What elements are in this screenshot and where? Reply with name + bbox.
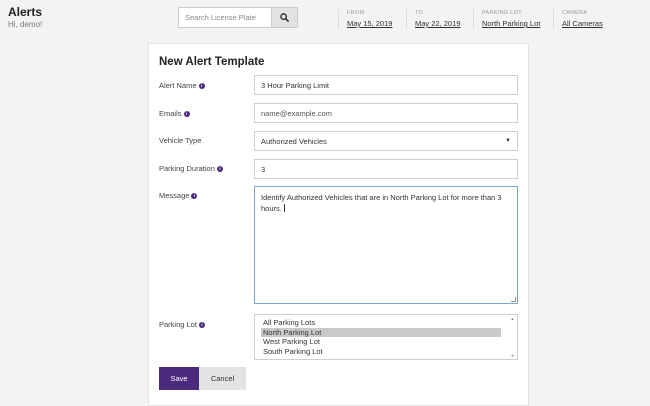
- vehicle-type-label-text: Vehicle Type: [159, 136, 202, 145]
- save-button[interactable]: Save: [159, 367, 199, 390]
- parking-lot-label: Parking Lot i: [159, 320, 205, 329]
- info-icon[interactable]: i: [216, 165, 223, 172]
- vehicle-type-select[interactable]: Authorized Vehicles ▼: [254, 131, 518, 151]
- filter-divider: [338, 9, 339, 29]
- filter-value-parking-lot[interactable]: North Parking Lot: [482, 19, 540, 28]
- text-cursor: [283, 204, 285, 212]
- info-icon[interactable]: i: [183, 110, 190, 117]
- resize-grip-icon[interactable]: [511, 297, 516, 302]
- search-input[interactable]: [178, 7, 271, 28]
- filter-label: TO: [415, 10, 424, 16]
- search-icon: [280, 13, 289, 22]
- filter-divider: [553, 9, 554, 29]
- info-icon[interactable]: i: [191, 192, 198, 199]
- message-text: Identify Authorized Vehicles that are in…: [261, 193, 502, 213]
- parking-duration-label: Parking Duration i: [159, 164, 223, 173]
- filter-value-camera[interactable]: All Cameras: [562, 19, 603, 28]
- list-option-south[interactable]: South Parking Lot: [261, 347, 501, 357]
- alert-name-input[interactable]: 3 Hour Parking Limit: [254, 75, 518, 95]
- emails-label: Emails i: [159, 109, 190, 118]
- listbox-scrollbar[interactable]: ▲ ▼: [509, 316, 516, 358]
- list-option-north[interactable]: North Parking Lot: [261, 327, 501, 337]
- filter-label: PARKING LOT: [482, 10, 522, 16]
- search-box: [178, 7, 298, 28]
- form-title: New Alert Template: [159, 56, 265, 68]
- list-option-all[interactable]: All Parking Lots: [261, 318, 501, 328]
- filter-value-from[interactable]: May 15, 2019: [347, 19, 392, 28]
- alert-name-label-text: Alert Name: [159, 81, 197, 90]
- message-textarea[interactable]: Identify Authorized Vehicles that are in…: [254, 186, 518, 304]
- parking-duration-label-text: Parking Duration: [159, 164, 215, 173]
- filter-parking-lot[interactable]: PARKING LOT North Parking Lot: [482, 10, 540, 28]
- emails-input[interactable]: name@example.com: [254, 103, 518, 123]
- parking-lot-listbox[interactable]: All Parking Lots North Parking Lot West …: [254, 314, 518, 360]
- alert-name-value: 3 Hour Parking Limit: [261, 80, 329, 90]
- vehicle-type-label: Vehicle Type: [159, 136, 201, 145]
- filter-from[interactable]: FROM May 15, 2019: [347, 10, 392, 28]
- info-icon[interactable]: i: [198, 82, 205, 89]
- cancel-button[interactable]: Cancel: [199, 367, 246, 390]
- emails-label-text: Emails: [159, 109, 182, 118]
- app-title: Alerts: [8, 5, 43, 19]
- parking-duration-input[interactable]: 3: [254, 159, 518, 179]
- scroll-up-icon[interactable]: ▲: [511, 316, 515, 321]
- filter-divider: [406, 9, 407, 29]
- search-button[interactable]: [271, 7, 298, 28]
- emails-placeholder: name@example.com: [261, 108, 332, 118]
- alert-template-card: New Alert Template Alert Name i 3 Hour P…: [148, 43, 529, 406]
- parking-lot-label-text: Parking Lot: [159, 320, 197, 329]
- list-option-west[interactable]: West Parking Lot: [261, 337, 501, 347]
- parking-duration-value: 3: [261, 164, 266, 174]
- filter-divider: [473, 9, 474, 29]
- filter-camera[interactable]: CAMERA All Cameras: [562, 10, 603, 28]
- filter-label: CAMERA: [562, 10, 588, 16]
- caret-down-icon: ▼: [505, 138, 511, 144]
- scroll-down-icon[interactable]: ▼: [511, 353, 515, 358]
- message-label-text: Message: [159, 191, 190, 200]
- message-value: Identify Authorized Vehicles that are in…: [261, 192, 511, 214]
- greeting: Hi, demo!: [8, 20, 43, 29]
- filter-value-to[interactable]: May 22, 2019: [415, 19, 460, 28]
- filter-label: FROM: [347, 10, 365, 16]
- info-icon[interactable]: i: [198, 321, 205, 328]
- message-label: Message i: [159, 191, 198, 200]
- filter-to[interactable]: TO May 22, 2019: [415, 10, 460, 28]
- vehicle-type-value: Authorized Vehicles: [261, 136, 327, 146]
- alert-name-label: Alert Name i: [159, 81, 205, 90]
